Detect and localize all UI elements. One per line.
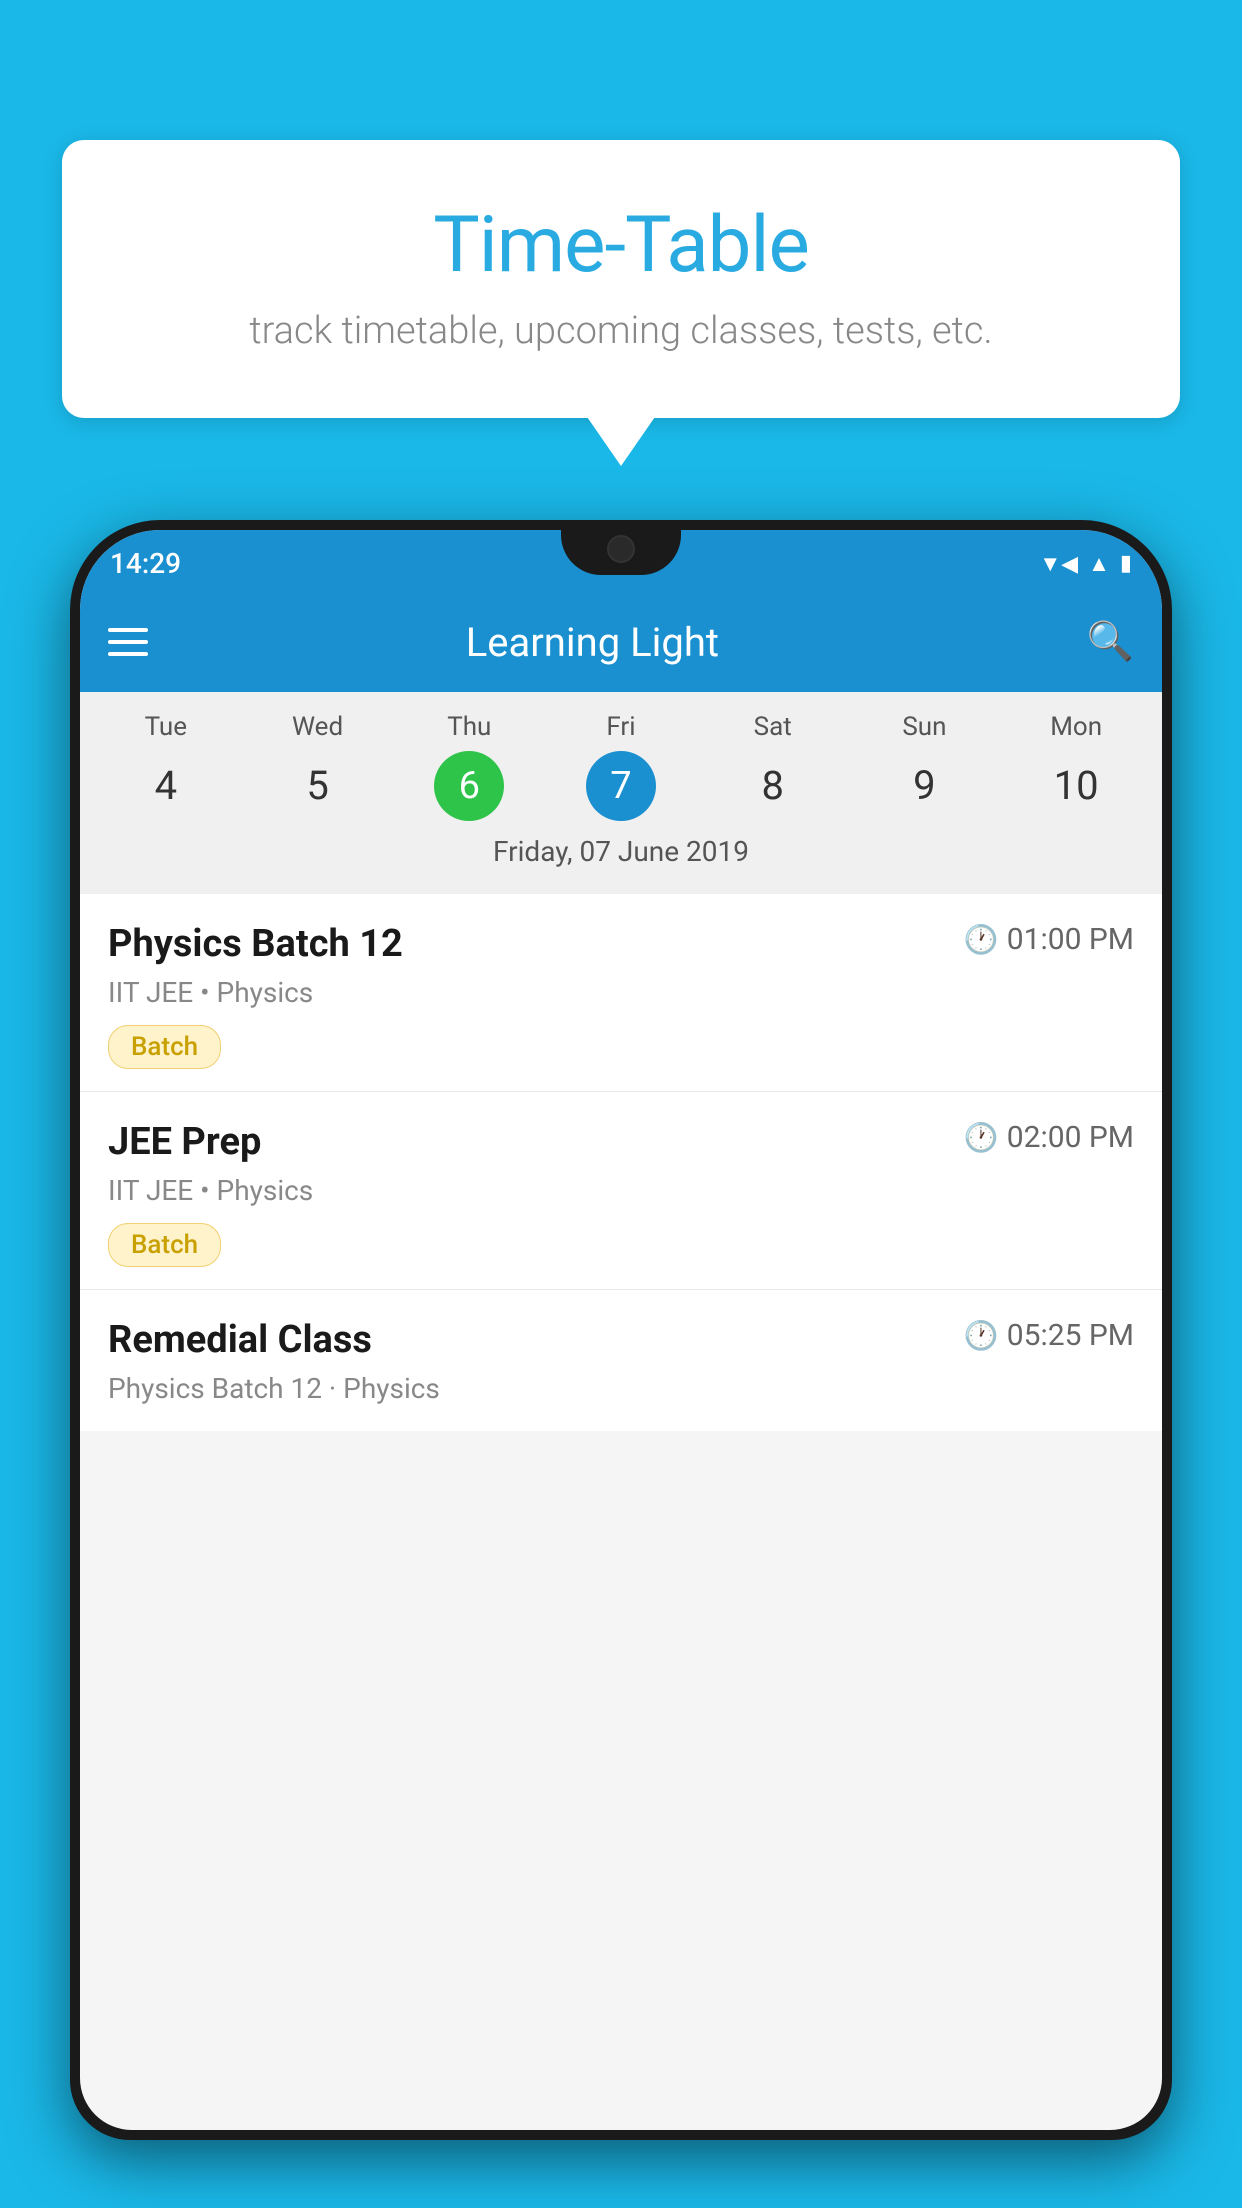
day-header-sun: Sun (849, 712, 1001, 742)
schedule-item-1[interactable]: Physics Batch 12 🕐 01:00 PM IIT JEE • Ph… (80, 894, 1162, 1092)
day-10[interactable]: 10 (1000, 750, 1152, 821)
phone-camera (607, 535, 635, 563)
phone-container: 14:29 ▼◀ ▲ ▮ Learning Light 🔍 (70, 520, 1172, 2208)
calendar-strip: Tue Wed Thu Fri Sat Sun Mon 4 5 6 7 8 9 … (80, 692, 1162, 894)
battery-icon: ▮ (1120, 551, 1132, 576)
schedule-item-3-subject: Physics Batch 12 · Physics (108, 1372, 1134, 1405)
day-header-sat: Sat (697, 712, 849, 742)
schedule-item-2-subject: IIT JEE • Physics (108, 1174, 1134, 1207)
day-header-thu: Thu (393, 712, 545, 742)
phone-frame: 14:29 ▼◀ ▲ ▮ Learning Light 🔍 (70, 520, 1172, 2140)
day-5[interactable]: 5 (242, 750, 394, 821)
schedule-item-3-title: Remedial Class (108, 1318, 372, 1362)
day-headers: Tue Wed Thu Fri Sat Sun Mon (80, 712, 1162, 742)
phone-notch (561, 520, 681, 575)
status-icons: ▼◀ ▲ ▮ (1039, 551, 1132, 577)
phone-screen: 14:29 ▼◀ ▲ ▮ Learning Light 🔍 (80, 530, 1162, 2130)
schedule-item-2-header: JEE Prep 🕐 02:00 PM (108, 1120, 1134, 1164)
schedule-item-3-time: 🕐 05:25 PM (964, 1318, 1134, 1353)
clock-icon-2: 🕐 (964, 1121, 999, 1154)
speech-bubble-container: Time-Table track timetable, upcoming cla… (62, 140, 1180, 418)
day-8[interactable]: 8 (697, 750, 849, 821)
clock-icon-1: 🕐 (964, 923, 999, 956)
speech-bubble: Time-Table track timetable, upcoming cla… (62, 140, 1180, 418)
wifi-icon: ▼◀ (1039, 551, 1078, 577)
schedule-item-2-title: JEE Prep (108, 1120, 261, 1164)
schedule-item-3-header: Remedial Class 🕐 05:25 PM (108, 1318, 1134, 1362)
status-time: 14:29 (110, 547, 181, 580)
schedule-item-2[interactable]: JEE Prep 🕐 02:00 PM IIT JEE • Physics Ba… (80, 1092, 1162, 1290)
day-numbers: 4 5 6 7 8 9 10 (80, 750, 1162, 821)
clock-icon-3: 🕐 (964, 1319, 999, 1352)
day-9[interactable]: 9 (849, 750, 1001, 821)
schedule-item-1-time: 🕐 01:00 PM (964, 922, 1134, 957)
day-header-wed: Wed (242, 712, 394, 742)
search-icon[interactable]: 🔍 (1087, 620, 1134, 664)
schedule-list: Physics Batch 12 🕐 01:00 PM IIT JEE • Ph… (80, 894, 1162, 1431)
day-header-mon: Mon (1000, 712, 1152, 742)
selected-date-label: Friday, 07 June 2019 (80, 821, 1162, 884)
day-7-selected[interactable]: 7 (586, 751, 656, 821)
signal-icon: ▲ (1088, 551, 1110, 577)
app-title: Learning Light (148, 619, 1037, 666)
batch-tag-2: Batch (108, 1223, 221, 1267)
day-6-today[interactable]: 6 (434, 751, 504, 821)
hamburger-menu-icon[interactable] (108, 628, 148, 656)
schedule-item-1-title: Physics Batch 12 (108, 922, 403, 966)
day-header-tue: Tue (90, 712, 242, 742)
batch-tag-1: Batch (108, 1025, 221, 1069)
day-header-fri: Fri (545, 712, 697, 742)
bubble-title: Time-Table (102, 200, 1140, 291)
schedule-item-2-time: 🕐 02:00 PM (964, 1120, 1134, 1155)
schedule-item-3[interactable]: Remedial Class 🕐 05:25 PM Physics Batch … (80, 1290, 1162, 1431)
schedule-item-1-subject: IIT JEE • Physics (108, 976, 1134, 1009)
bubble-subtitle: track timetable, upcoming classes, tests… (102, 309, 1140, 353)
app-bar: Learning Light 🔍 (80, 592, 1162, 692)
schedule-item-1-header: Physics Batch 12 🕐 01:00 PM (108, 922, 1134, 966)
day-4[interactable]: 4 (90, 750, 242, 821)
